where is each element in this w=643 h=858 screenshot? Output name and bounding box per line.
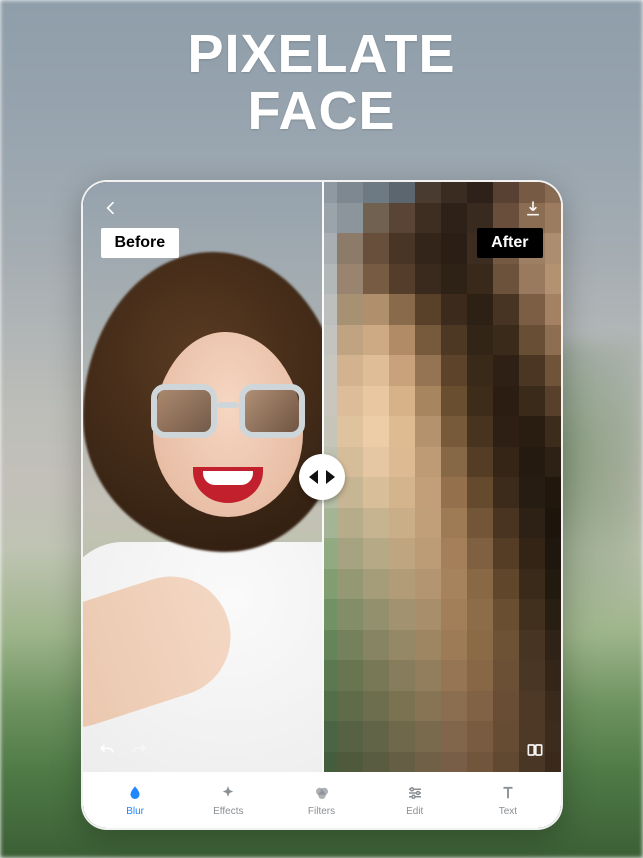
sparkle-icon bbox=[218, 783, 238, 803]
download-icon bbox=[523, 198, 543, 218]
chevron-left-icon bbox=[309, 470, 318, 484]
compare-icon bbox=[525, 740, 545, 760]
tab-text[interactable]: Text bbox=[461, 783, 554, 817]
tab-label: Edit bbox=[406, 806, 423, 817]
after-label: After bbox=[477, 228, 542, 258]
headline-line-1: PIXELATE bbox=[0, 26, 643, 83]
compare-handle[interactable] bbox=[299, 454, 345, 500]
compare-toggle-button[interactable] bbox=[525, 740, 547, 762]
bottom-tab-bar: Blur Effects Filters Edit Text bbox=[83, 772, 561, 828]
undo-button[interactable] bbox=[97, 740, 119, 762]
tab-blur[interactable]: Blur bbox=[89, 783, 182, 817]
undo-icon bbox=[97, 740, 117, 760]
pixelate-overlay bbox=[322, 182, 561, 772]
download-button[interactable] bbox=[519, 194, 547, 222]
tab-edit[interactable]: Edit bbox=[368, 783, 461, 817]
sliders-icon bbox=[405, 783, 425, 803]
droplet-icon bbox=[125, 783, 145, 803]
editor-bottom-bar bbox=[97, 740, 547, 762]
tab-label: Text bbox=[499, 806, 517, 817]
redo-button bbox=[129, 740, 151, 762]
tab-effects[interactable]: Effects bbox=[182, 783, 275, 817]
tab-label: Effects bbox=[213, 806, 243, 817]
chevron-right-icon bbox=[326, 470, 335, 484]
promo-headline: PIXELATE FACE bbox=[0, 26, 643, 139]
headline-line-2: FACE bbox=[0, 83, 643, 140]
filters-icon bbox=[312, 783, 332, 803]
redo-icon bbox=[129, 740, 149, 760]
tab-label: Blur bbox=[126, 806, 144, 817]
editor-top-bar bbox=[97, 194, 547, 222]
arrow-left-icon bbox=[101, 198, 121, 218]
tab-label: Filters bbox=[308, 806, 335, 817]
text-icon bbox=[498, 783, 518, 803]
device-frame: Before After bbox=[81, 180, 563, 830]
back-button[interactable] bbox=[97, 194, 125, 222]
tab-filters[interactable]: Filters bbox=[275, 783, 368, 817]
before-label: Before bbox=[101, 228, 180, 258]
editor-canvas: Before After bbox=[83, 182, 561, 772]
